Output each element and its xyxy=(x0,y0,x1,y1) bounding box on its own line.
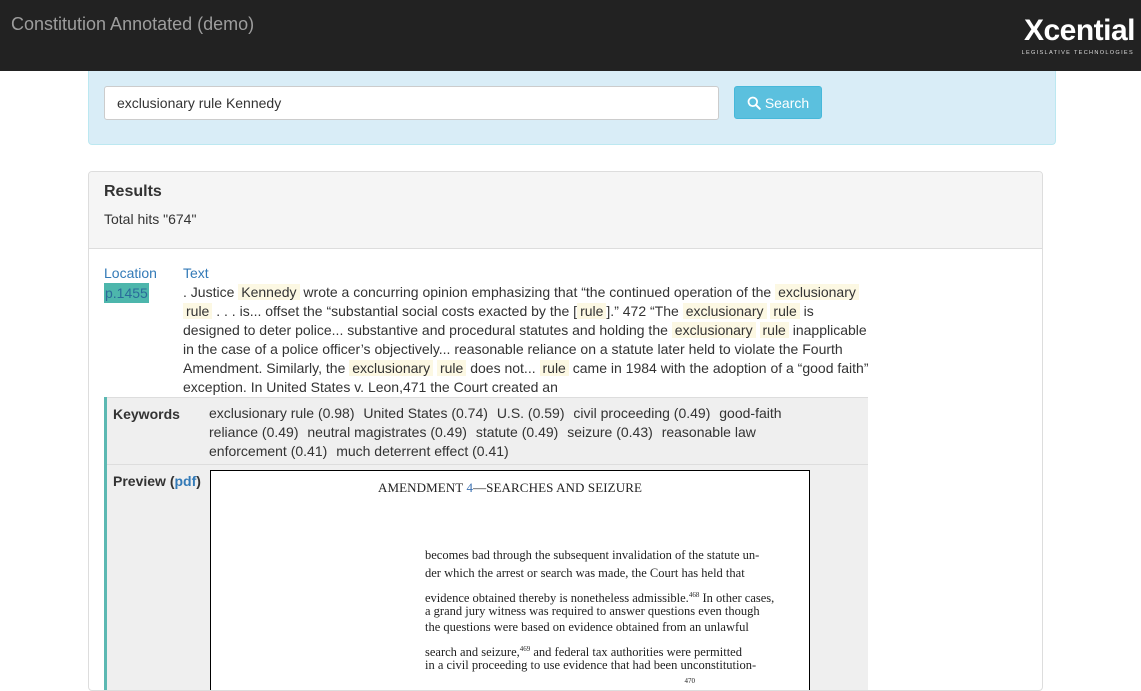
pdf-header-suffix: —SEARCHES AND SEIZURE xyxy=(473,480,643,495)
footnote-marker: 468 xyxy=(688,591,700,599)
pdf-line: the questions were based on evidence obt… xyxy=(425,620,749,634)
keyword-item: seizure (0.43) xyxy=(567,424,653,440)
highlighted-term: rule xyxy=(759,322,789,338)
pdf-line: der which the arrest or search was made,… xyxy=(425,566,745,580)
total-hits: Total hits "674" xyxy=(104,211,197,227)
snippet-text: . Justice xyxy=(183,284,239,300)
logo-wordmark: Xcential xyxy=(1023,14,1136,47)
app-title[interactable]: Constitution Annotated (demo) xyxy=(11,14,254,35)
pdf-line: evidence obtained thereby is nonetheless… xyxy=(425,586,805,605)
highlighted-term: exclusionary xyxy=(671,322,756,338)
keywords-row: Keywords exclusionary rule (0.98) United… xyxy=(107,397,868,465)
pdf-line: search and seizure,469 and federal tax a… xyxy=(425,640,805,659)
search-panel: exclusionary rule Kennedy Search xyxy=(88,71,1056,145)
preview-label-text: Preview xyxy=(113,473,166,489)
pdf-preview: AMENDMENT 4—SEARCHES AND SEIZURE becomes… xyxy=(210,470,810,690)
search-input[interactable]: exclusionary rule Kennedy xyxy=(104,86,719,120)
top-navbar: Constitution Annotated (demo) Xcential L… xyxy=(0,0,1141,71)
keyword-item: U.S. (0.59) xyxy=(496,405,565,421)
text-column-header: Text xyxy=(183,265,209,281)
highlighted-term: rule xyxy=(577,303,607,319)
snippet-text: ].” 472 “The xyxy=(606,303,683,319)
preview-label: Preview (pdf) xyxy=(113,473,201,489)
search-button-label: Search xyxy=(764,94,810,111)
pdf-page-header: AMENDMENT 4—SEARCHES AND SEIZURE xyxy=(211,480,809,496)
location-column-header: Location xyxy=(104,265,157,281)
highlighted-term: rule xyxy=(183,303,213,319)
pdf-header-prefix: AMENDMENT xyxy=(377,480,467,495)
highlighted-term: Kennedy xyxy=(238,284,300,300)
results-heading: Results Total hits "674" xyxy=(89,172,1042,249)
snippet-text: does not... xyxy=(466,360,540,376)
snippet-text: wrote a concurring opinion emphasizing t… xyxy=(299,284,776,300)
keyword-item: exclusionary rule (0.98) xyxy=(209,405,355,421)
highlighted-term: exclusionary xyxy=(349,360,434,376)
snippet-text: . . . is... offset the “substantial soci… xyxy=(212,303,578,319)
pdf-body: becomes bad through the subsequent inval… xyxy=(425,546,805,690)
pdf-line: in a civil proceeding to use evidence th… xyxy=(425,658,757,672)
logo-tagline: LEGISLATIVE TECHNOLOGIES xyxy=(1021,50,1134,56)
preview-row: Preview (pdf) AMENDMENT 4—SEARCHES AND S… xyxy=(107,465,868,690)
result-snippet: . Justice Kennedy wrote a concurring opi… xyxy=(183,283,873,397)
keywords-label: Keywords xyxy=(113,406,180,422)
highlighted-term: rule xyxy=(770,303,800,319)
highlighted-term: exclusionary xyxy=(775,284,859,300)
keyword-item: statute (0.49) xyxy=(475,424,559,440)
search-button[interactable]: Search xyxy=(734,86,822,119)
snippet-text xyxy=(756,322,760,338)
xcential-logo[interactable]: Xcential LEGISLATIVE TECHNOLOGIES xyxy=(1007,14,1136,60)
keyword-item: neutral magistrates (0.49) xyxy=(307,424,467,440)
keyword-item: civil proceeding (0.49) xyxy=(573,405,711,421)
footnote-marker: 469 xyxy=(519,645,531,653)
keyword-item: United States (0.74) xyxy=(363,405,488,421)
search-icon xyxy=(747,96,761,110)
keywords-list: exclusionary rule (0.98) United States (… xyxy=(209,404,799,461)
results-panel: Results Total hits "674" Location Text p… xyxy=(88,171,1043,691)
footnote-marker: 470 xyxy=(684,677,696,685)
result-detail: Keywords exclusionary rule (0.98) United… xyxy=(104,397,868,690)
highlighted-term: exclusionary xyxy=(682,303,767,319)
pdf-link[interactable]: pdf xyxy=(175,473,197,489)
pdf-line: a grand jury witness was required to ans… xyxy=(425,604,760,618)
highlighted-term: rule xyxy=(436,360,467,376)
keyword-item: much deterrent effect (0.41) xyxy=(336,443,509,459)
pdf-line: becomes bad through the subsequent inval… xyxy=(425,548,760,562)
results-title: Results xyxy=(104,183,162,200)
highlighted-term: rule xyxy=(539,360,569,376)
page-location-badge[interactable]: p.1455 xyxy=(104,283,149,303)
